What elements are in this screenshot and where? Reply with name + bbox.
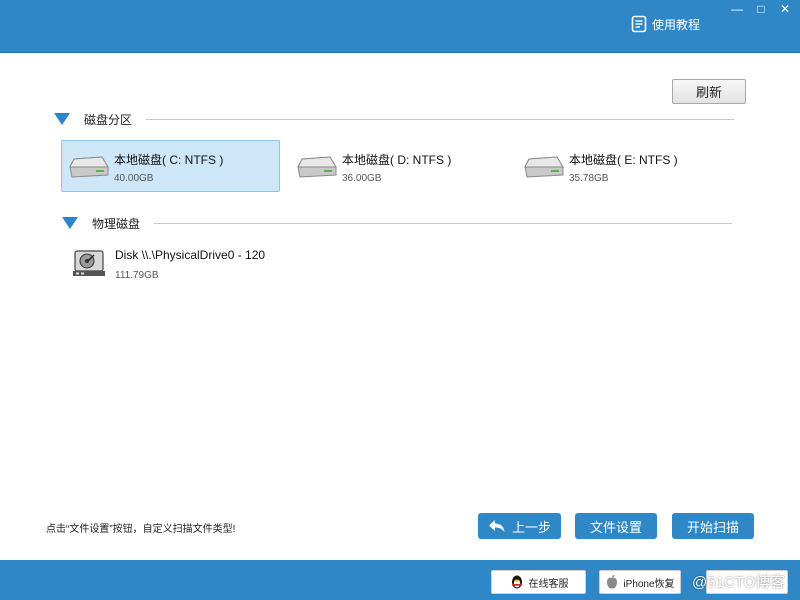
drive-size: 36.00GB (342, 173, 382, 184)
qq-penguin-icon (511, 575, 522, 589)
tutorial-label: 使用教程 (652, 17, 701, 32)
drive-item-e[interactable]: 本地磁盘( E: NTFS ) 35.78GB (516, 140, 735, 192)
section-divider (154, 222, 733, 224)
collapse-triangle-icon[interactable] (62, 217, 78, 229)
maximize-button[interactable]: □ (749, 0, 773, 18)
tutorial-link[interactable]: 使用教程 (631, 14, 700, 34)
online-service-label: 在线客服 (528, 578, 569, 590)
hard-drive-icon (524, 156, 564, 178)
iphone-recovery-button[interactable]: iPhone恢复 (599, 570, 681, 594)
file-settings-button[interactable]: 文件设置 (575, 513, 657, 539)
document-icon (631, 15, 647, 33)
maximize-icon: □ (757, 2, 765, 16)
start-scan-button[interactable]: 开始扫描 (672, 513, 754, 539)
refresh-button[interactable]: 刷新 (672, 79, 746, 104)
partitions-title: 磁盘分区 (84, 112, 133, 127)
drive-item-d[interactable]: 本地磁盘( D: NTFS ) 36.00GB (289, 140, 508, 192)
drive-item-c[interactable]: 本地磁盘( C: NTFS ) 40.00GB (61, 140, 280, 192)
drive-size: 35.78GB (569, 173, 609, 184)
hard-drive-icon (69, 156, 109, 178)
back-arrow-icon (488, 520, 505, 532)
minimize-icon: — (731, 2, 743, 16)
hint-text: 点击“文件设置”按钮，自定义扫描文件类型! (46, 524, 236, 535)
minimize-button[interactable]: — (725, 0, 749, 18)
previous-step-label: 上一步 (511, 519, 551, 535)
iphone-recovery-label: iPhone恢复 (623, 578, 675, 590)
physical-disk-size: 111.79GB (115, 270, 159, 281)
partitions-header: 磁盘分区 (54, 111, 735, 127)
physical-disk-icon (73, 250, 105, 276)
main-panel (1, 54, 799, 560)
close-icon: ✕ (779, 2, 791, 16)
section-divider (146, 118, 735, 120)
drive-size: 40.00GB (114, 173, 154, 184)
drive-name: 本地磁盘( C: NTFS ) (114, 153, 224, 167)
physical-title: 物理磁盘 (92, 216, 141, 231)
collapse-triangle-icon[interactable] (54, 113, 70, 125)
close-button[interactable]: ✕ (773, 0, 797, 18)
online-service-button[interactable]: 在线客服 (491, 570, 586, 594)
apple-icon (607, 575, 618, 589)
physical-disk-item[interactable]: Disk \\.\PhysicalDrive0 - 120 111.79GB (70, 244, 370, 286)
hard-drive-icon (297, 156, 337, 178)
watermark: @51CTO博客 (692, 574, 786, 591)
previous-step-button[interactable]: 上一步 (478, 513, 561, 539)
drive-name: 本地磁盘( D: NTFS ) (342, 153, 452, 167)
physical-disk-name: Disk \\.\PhysicalDrive0 - 120 (115, 248, 266, 262)
physical-header: 物理磁盘 (62, 215, 733, 231)
drive-name: 本地磁盘( E: NTFS ) (569, 153, 678, 167)
